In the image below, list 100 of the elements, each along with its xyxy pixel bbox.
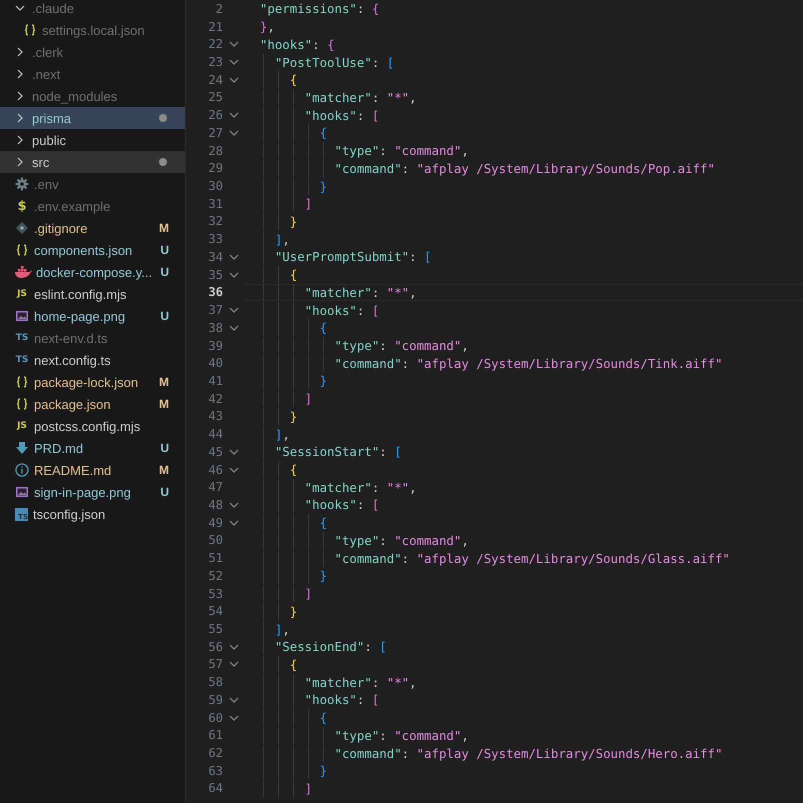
gear-icon (14, 176, 30, 192)
line-number: 64 (207, 781, 223, 796)
line-number: 63 (207, 764, 223, 778)
file-item[interactable]: TS next-env.d.ts (0, 327, 185, 349)
line-number: 35 (207, 268, 223, 282)
code-line: "command": "afplay /System/Library/Sounds/Tink.aiff" (245, 356, 722, 371)
line-number: 25 (207, 90, 223, 104)
code-line: ] (245, 586, 312, 602)
code-line: "hooks": [ (245, 497, 380, 512)
code-line: "matcher": "*", (245, 90, 417, 105)
code-line: } (245, 763, 328, 778)
line-number: 34 (207, 250, 223, 264)
ts-icon: TS (14, 333, 30, 343)
line-number: 52 (207, 568, 223, 583)
file-item[interactable]: home-page.png U (0, 305, 185, 327)
line-number: 56 (207, 640, 223, 654)
line-number: 62 (207, 746, 223, 760)
file-item[interactable]: JS eslint.config.mjs (0, 283, 185, 305)
code-line: "matcher": "*", (245, 674, 417, 690)
line-number: 51 (207, 551, 223, 566)
code-line: { (245, 656, 298, 672)
line-number: 58 (207, 675, 223, 690)
line-number: 48 (207, 498, 223, 512)
git-status-label: U (160, 265, 169, 279)
line-number: 40 (207, 356, 223, 370)
code-line: "hooks": [ (245, 108, 380, 123)
file-item[interactable]: PRD.md U (0, 437, 185, 459)
line-number: 55 (207, 622, 223, 636)
line-number: 46 (207, 462, 223, 477)
folder-item[interactable]: .claude (0, 0, 185, 19)
line-number: 57 (207, 657, 223, 672)
line-number: 37 (207, 303, 223, 318)
line-number: 49 (207, 516, 223, 530)
code-line: "type": "command", (245, 143, 469, 158)
folder-item[interactable]: public (0, 129, 185, 151)
code-line: } (245, 604, 298, 619)
braces-icon (22, 22, 38, 38)
code-line: { (245, 515, 328, 530)
info-icon (14, 462, 30, 478)
code-line: "matcher": "*", (245, 480, 417, 495)
git-status-label: U (160, 243, 169, 257)
line-number: 53 (207, 586, 223, 601)
file-item[interactable]: $ .env.example (0, 195, 185, 217)
dollar-icon: $ (14, 198, 30, 214)
git-status-label: U (160, 441, 169, 455)
line-number: 43 (207, 409, 223, 424)
file-item[interactable]: sign-in-page.png U (0, 481, 185, 503)
line-number: 44 (207, 427, 223, 442)
code-line: ] (245, 196, 312, 212)
git-status-label: M (159, 221, 169, 235)
git-status-label: M (159, 397, 169, 411)
folder-item[interactable]: prisma (0, 107, 185, 129)
code-line: "hooks": [ (245, 692, 380, 708)
braces-icon (14, 242, 30, 258)
code-line: ] (245, 391, 312, 406)
file-item[interactable]: settings.local.json (0, 19, 185, 41)
file-item[interactable]: README.md M (0, 459, 185, 481)
image-icon (14, 484, 30, 500)
line-number: 21 (207, 20, 223, 34)
file-item[interactable]: docker-compose.y... U (0, 261, 185, 283)
line-number: 24 (207, 72, 223, 87)
file-item[interactable]: JS postcss.config.mjs (0, 415, 185, 437)
folder-item[interactable]: src (0, 151, 185, 173)
code-line: "hooks": [ (245, 302, 380, 318)
file-item[interactable]: components.json U (0, 239, 185, 261)
line-number: 30 (207, 179, 223, 194)
line-number: 60 (207, 710, 223, 725)
code-line: "command": "afplay /System/Library/Sounds/Glass.aiff" (245, 550, 730, 566)
line-number: 61 (207, 728, 223, 742)
code-line: } (245, 408, 298, 424)
line-number: 54 (207, 604, 223, 618)
ts-icon: TS (14, 355, 30, 365)
code-line: }, (258, 19, 275, 34)
line-number: 32 (207, 214, 223, 228)
code-line: "permissions": { (258, 1, 380, 16)
line-number: 45 (207, 444, 223, 459)
file-item[interactable]: TS next.config.ts (0, 349, 185, 371)
code-line: "type": "command", (245, 532, 469, 548)
code-line: "type": "command", (245, 338, 469, 354)
code-line: "PostToolUse": [ (245, 54, 394, 70)
code-line: { (245, 710, 328, 726)
code-line: ] (245, 780, 312, 796)
code-line: "type": "command", (245, 728, 469, 743)
folder-item[interactable]: .next (0, 63, 185, 85)
code-line: { (245, 267, 298, 282)
whale-icon (14, 264, 32, 280)
file-item[interactable]: package-lock.json M (0, 371, 185, 393)
line-number: 27 (207, 126, 223, 140)
file-item[interactable]: .gitignore M (0, 217, 185, 239)
code-line: { (245, 72, 298, 88)
folder-item[interactable]: node_modules (0, 85, 185, 107)
code-line: { (245, 320, 328, 336)
code-line: "SessionEnd": [ (245, 639, 387, 654)
folder-item[interactable]: .clerk (0, 41, 185, 63)
code-line: ], (245, 426, 290, 442)
line-number: 23 (207, 55, 223, 70)
file-item[interactable]: package.json M (0, 393, 185, 415)
line-number: 33 (207, 232, 223, 246)
file-item[interactable]: .env (0, 173, 185, 195)
line-number: 38 (207, 320, 223, 335)
